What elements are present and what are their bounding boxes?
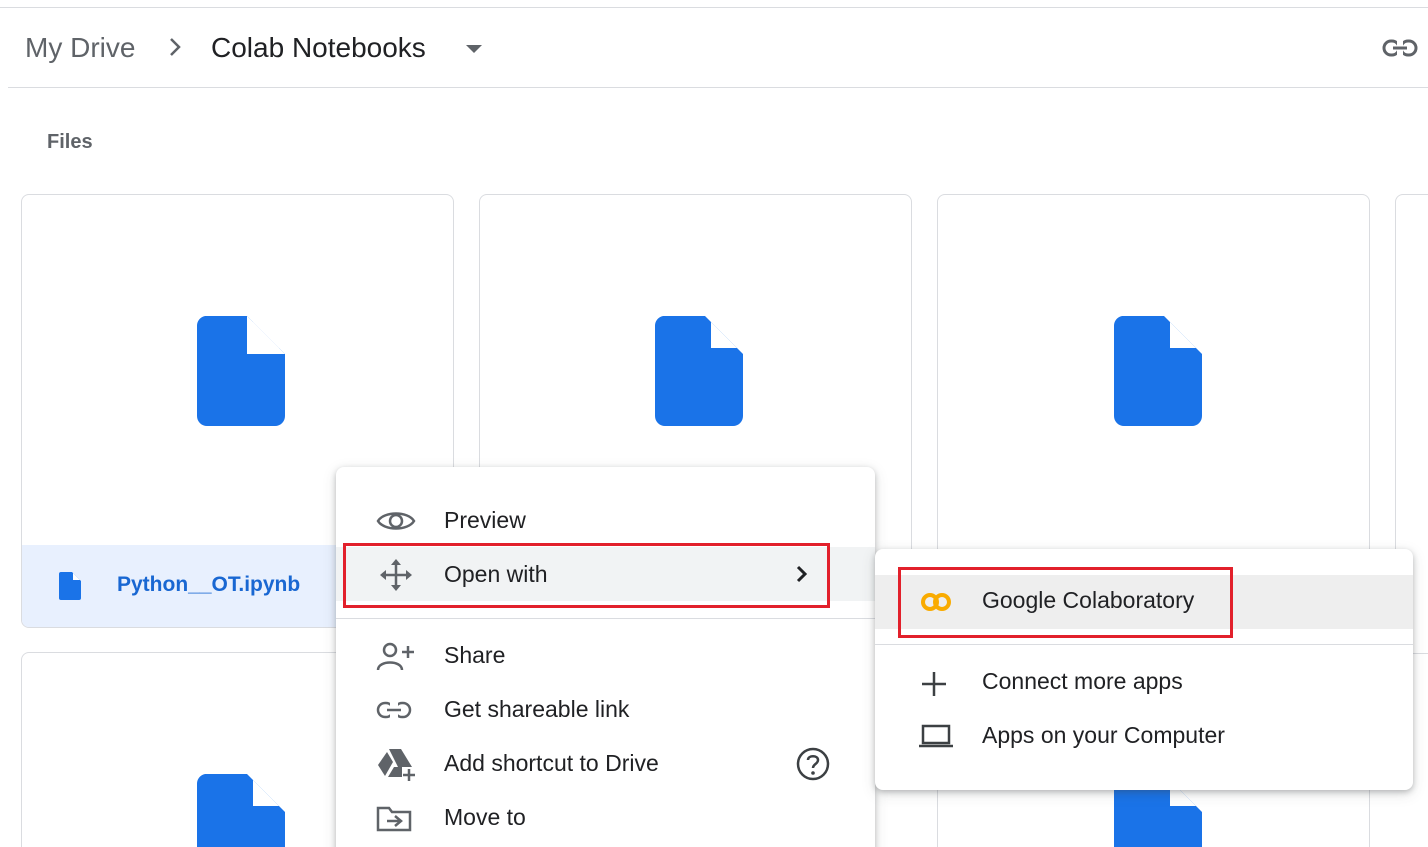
highlight-open-with <box>343 543 830 608</box>
menu-item-preview[interactable]: Preview <box>336 493 875 547</box>
laptop-icon <box>919 723 953 751</box>
drive-page: My Drive Colab Notebooks Files Python__O… <box>0 0 1428 847</box>
menu-item-add-shortcut[interactable]: Add shortcut to Drive <box>336 736 875 790</box>
eye-icon <box>376 507 416 535</box>
breadcrumb-colab-notebooks[interactable]: Colab Notebooks <box>211 32 426 64</box>
chevron-right-icon <box>166 34 186 65</box>
file-thumbnail <box>938 195 1369 545</box>
context-menu: Preview Open with Share Get shareable li… <box>336 467 875 847</box>
file-icon <box>59 572 81 605</box>
person-add-icon <box>376 642 416 671</box>
menu-item-label: Add shortcut to Drive <box>444 750 659 776</box>
menu-item-move-to[interactable]: Move to <box>336 790 875 844</box>
file-icon <box>1113 316 1202 431</box>
drive-shortcut-icon <box>376 749 416 781</box>
plus-icon <box>919 669 953 697</box>
menu-item-label: Move to <box>444 804 526 830</box>
menu-item-share[interactable]: Share <box>336 628 875 682</box>
menu-divider <box>336 618 875 619</box>
submenu-item-connect-more-apps[interactable]: Connect more apps <box>875 656 1413 710</box>
file-icon <box>654 316 743 431</box>
menu-item-label: Get shareable link <box>444 696 630 722</box>
menu-item-get-link[interactable]: Get shareable link <box>336 682 875 736</box>
breadcrumb: My Drive Colab Notebooks <box>8 8 1428 88</box>
files-section-label: Files <box>47 131 93 153</box>
caret-down-icon[interactable] <box>466 45 482 53</box>
submenu-item-apps-on-computer[interactable]: Apps on your Computer <box>875 710 1413 764</box>
file-icon <box>196 316 285 431</box>
file-icon <box>196 774 285 847</box>
highlight-google-colaboratory <box>898 567 1233 638</box>
breadcrumb-my-drive[interactable]: My Drive <box>25 32 135 64</box>
link-icon[interactable] <box>1382 36 1418 65</box>
submenu-item-label: Apps on your Computer <box>982 722 1225 748</box>
help-circle-icon[interactable] <box>796 747 830 786</box>
menu-item-label: Share <box>444 642 506 668</box>
file-name[interactable]: Python__OT.ipynb <box>117 573 300 597</box>
submenu-divider <box>875 644 1413 645</box>
folder-move-icon <box>376 804 416 832</box>
link-icon <box>376 696 416 724</box>
submenu-item-label: Connect more apps <box>982 668 1183 694</box>
menu-item-label: Preview <box>444 507 526 533</box>
